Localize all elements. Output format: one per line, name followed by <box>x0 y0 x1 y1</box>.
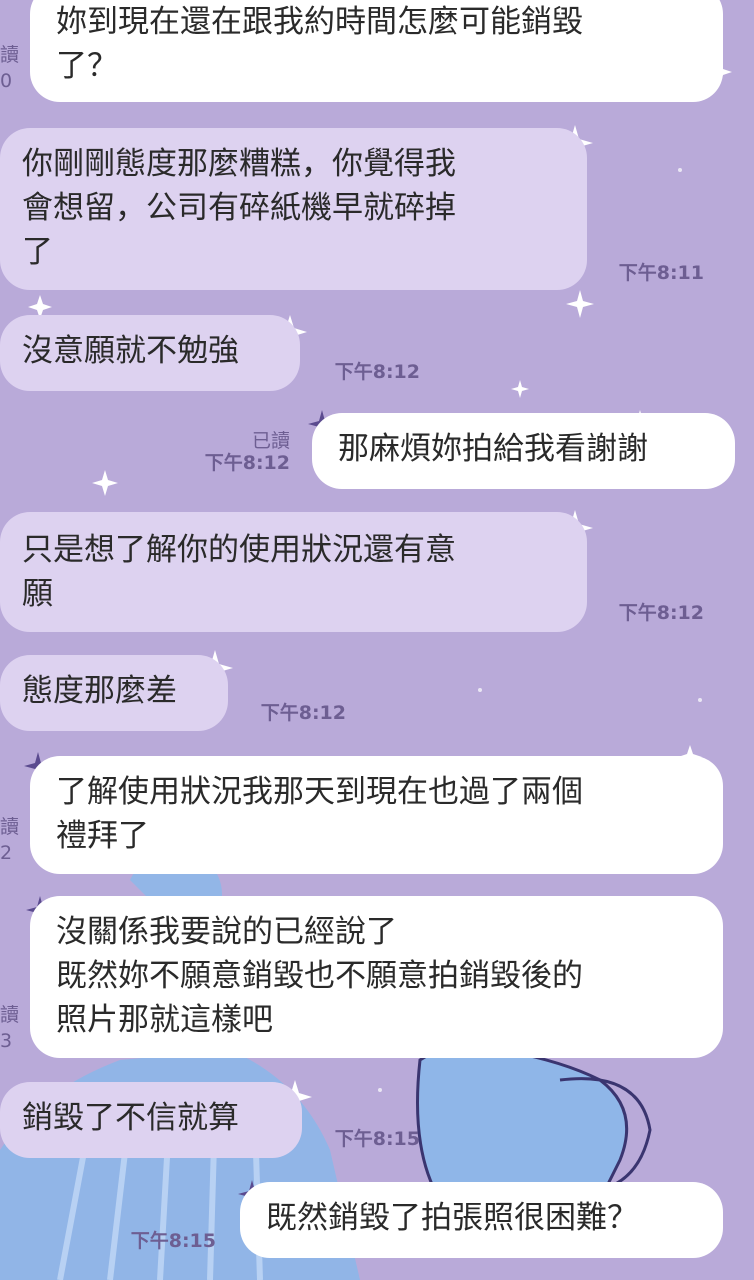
edge-read-fragment: 讀 <box>0 816 20 838</box>
message-bubble-outgoing[interactable]: 既然銷毀了拍張照很困難？ <box>240 1182 723 1258</box>
message-bubble-incoming[interactable]: 銷毀了不信就算 <box>0 1082 302 1158</box>
message-bubble-incoming[interactable]: 態度那麼差 <box>0 655 228 731</box>
message-timestamp: 下午8:15 <box>334 1128 420 1150</box>
message-timestamp: 下午8:12 <box>618 602 704 624</box>
edge-count-fragment: 3 <box>0 1030 13 1052</box>
message-timestamp: 下午8:12 <box>260 702 346 724</box>
message-timestamp: 下午8:12 <box>204 452 290 474</box>
message-timestamp: 下午8:15 <box>130 1230 216 1252</box>
message-bubble-incoming[interactable]: 你剛剛態度那麼糟糕，你覺得我 會想留，公司有碎紙機早就碎掉 了 <box>0 128 587 290</box>
message-bubble-outgoing[interactable]: 沒關係我要說的已經說了 既然妳不願意銷毀也不願意拍銷毀後的 照片那就這樣吧 <box>30 896 723 1058</box>
edge-count-fragment: 0 <box>0 70 13 92</box>
message-bubble-incoming[interactable]: 只是想了解你的使用狀況還有意 願 <box>0 512 587 632</box>
message-timestamp: 下午8:11 <box>618 262 704 284</box>
message-bubble-incoming[interactable]: 沒意願就不勉強 <box>0 315 300 391</box>
message-bubble-outgoing[interactable]: 那麻煩妳拍給我看謝謝 <box>312 413 735 489</box>
message-bubble-outgoing[interactable]: 了解使用狀況我那天到現在也過了兩個 禮拜了 <box>30 756 723 874</box>
message-timestamp: 下午8:12 <box>334 361 420 383</box>
wallpaper-figure-right <box>416 1045 652 1202</box>
edge-read-fragment: 讀 <box>0 1004 20 1026</box>
message-bubble-outgoing[interactable]: 妳到現在還在跟我約時間怎麼可能銷毀 了？ <box>30 0 723 102</box>
read-receipt: 已讀 <box>251 430 290 452</box>
edge-read-fragment: 讀 <box>0 44 20 66</box>
message-read-status: 已讀 下午8:12 <box>186 430 290 474</box>
edge-count-fragment: 2 <box>0 842 13 864</box>
